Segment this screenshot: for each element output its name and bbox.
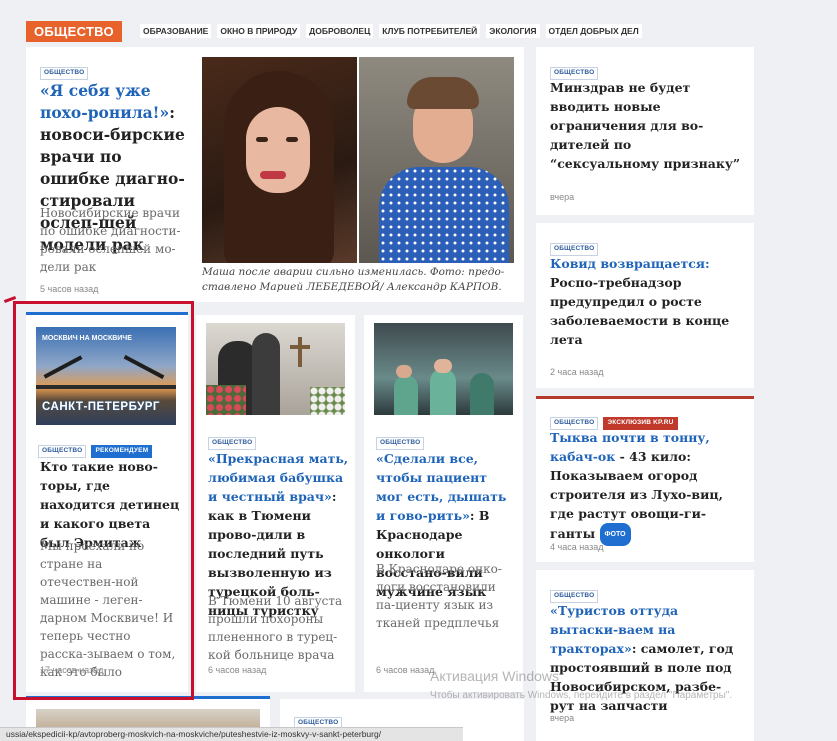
story-lead: Новосибирские врачи по ошибке диагности-…: [40, 206, 181, 274]
story-photo-right[interactable]: [359, 57, 514, 263]
category-tag[interactable]: ОБЩЕСТВО: [40, 67, 89, 80]
news-title-link[interactable]: Ковид возвращается:: [550, 256, 710, 271]
rubric-link[interactable]: ОТДЕЛ ДОБРЫХ ДЕЛ: [545, 24, 642, 38]
story-title-link[interactable]: «Я себя уже похо-ронила!»: [40, 81, 169, 122]
selection-highlight: [13, 301, 194, 700]
photo-caption: Маша после аварии сильно изменилась. Фот…: [202, 266, 505, 293]
activation-watermark-title: Активация Windows: [430, 668, 560, 684]
rubric-link[interactable]: ОБРАЗОВАНИЕ: [139, 24, 212, 38]
news-time: 2 часа назад: [550, 367, 604, 377]
story-image[interactable]: [206, 323, 345, 415]
rubric-link[interactable]: ЭКОЛОГИЯ: [486, 24, 540, 38]
section-label[interactable]: ОБЩЕСТВО: [26, 20, 122, 42]
news-title[interactable]: Ковид возвращается: Роспо-требнадзор пре…: [550, 254, 742, 349]
story-time: 5 часов назад: [40, 284, 99, 294]
news-time: вчера: [550, 192, 575, 202]
rubric-link[interactable]: КЛУБ ПОТРЕБИТЕЛЕЙ: [379, 24, 481, 38]
news-card[interactable]: ОБЩЕСТВО Ковид возвращается: Роспо-требн…: [536, 223, 754, 388]
main-story-card[interactable]: ОБЩЕСТВО «Я себя уже похо-ронила!»: ново…: [26, 47, 524, 302]
news-title-rest[interactable]: Роспо-требнадзор предупредил о росте заб…: [550, 275, 729, 347]
photo-badge[interactable]: ФОТО: [599, 523, 631, 546]
rubric-link[interactable]: ОКНО В ПРИРОДУ: [217, 24, 301, 38]
news-time: 6 часов назад: [208, 665, 267, 675]
story-photo-left[interactable]: [202, 57, 357, 263]
category-tag[interactable]: ОБЩЕСТВО: [376, 437, 425, 450]
news-time: 6 часов назад: [376, 665, 435, 675]
news-time: 4 часа назад: [550, 542, 604, 552]
news-card[interactable]: ОБЩЕСТВО Минздрав не будет вводить новые…: [536, 47, 754, 215]
activation-watermark-text: Чтобы активировать Windows, перейдите в …: [430, 690, 733, 701]
news-title[interactable]: Минздрав не будет вводить новые ограниче…: [550, 78, 742, 173]
category-tag[interactable]: ОБЩЕСТВО: [208, 437, 257, 450]
section-header: ОБЩЕСТВО ОБРАЗОВАНИЕ ОКНО В ПРИРОДУ ДОБР…: [26, 20, 642, 42]
news-title-link[interactable]: «Прекрасная мать, любимая бабушка и чест…: [208, 451, 348, 504]
news-card[interactable]: ОБЩЕСТВО «Туристов оттуда вытаски-ваем н…: [536, 570, 754, 741]
link-status-bar: ussia/ekspedicii-kp/avtoproberg-moskvich…: [0, 727, 463, 741]
news-card[interactable]: ОБЩЕСТВО «Прекрасная мать, любимая бабуш…: [196, 315, 355, 692]
news-time: вчера: [550, 713, 575, 723]
news-title[interactable]: Тыква почти в тонну, кабач-ок - 43 кило:…: [550, 428, 742, 546]
news-lead: В Тюмени 10 августа прошли похороны плен…: [208, 594, 343, 662]
news-lead: В Краснодаре онко-логи восстановили па-ц…: [376, 562, 502, 630]
news-card[interactable]: ОБЩЕСТВО «Сделали все, чтобы пациент мог…: [364, 315, 523, 692]
rubric-link[interactable]: ДОБРОВОЛЕЦ: [306, 24, 374, 38]
story-image[interactable]: [374, 323, 513, 415]
news-card[interactable]: ОБЩЕСТВО ЭКСКЛЮЗИВ KP.RU Тыква почти в т…: [536, 399, 754, 562]
